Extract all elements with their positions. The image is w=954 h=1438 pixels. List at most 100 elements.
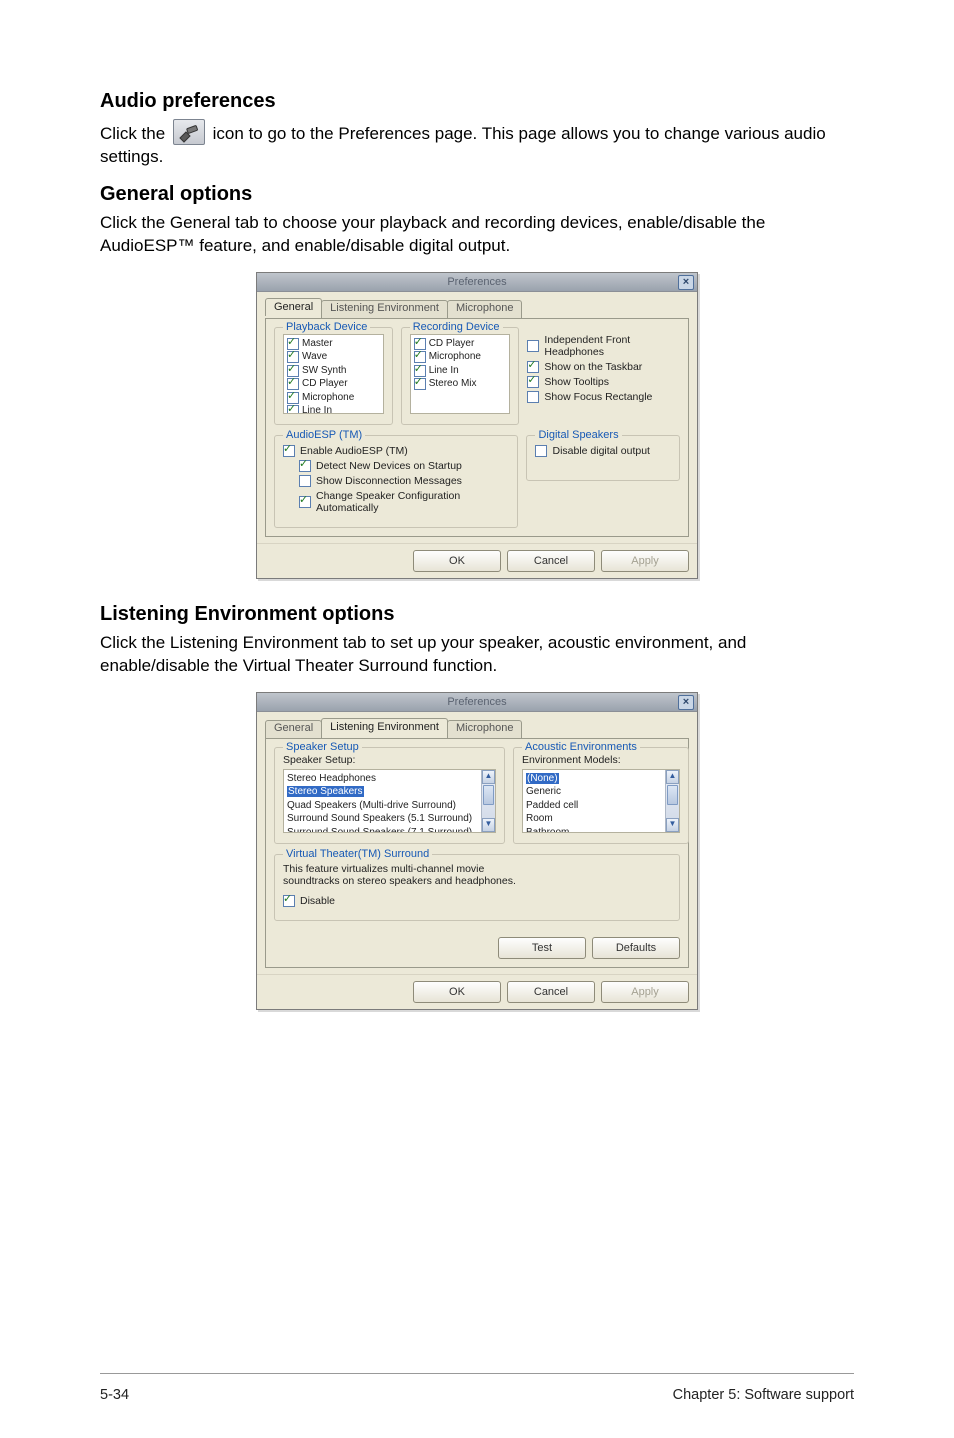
virtual-theater-description: This feature virtualizes multi-channel m…	[283, 863, 543, 887]
label-disable-digital-output: Disable digital output	[552, 445, 649, 457]
scrollbar[interactable]: ▲ ▼	[481, 770, 495, 832]
defaults-button[interactable]: Defaults	[592, 937, 680, 959]
close-icon[interactable]: ×	[678, 695, 694, 710]
legend-audioesp: AudioESP (TM)	[283, 429, 365, 441]
apply-button[interactable]: Apply	[601, 981, 689, 1003]
label-speaker-setup: Speaker Setup:	[283, 754, 496, 766]
ok-button[interactable]: OK	[413, 981, 501, 1003]
label-env-models: Environment Models:	[522, 754, 680, 766]
list-item[interactable]: Surround Sound Speakers (7.1 Surround)	[287, 826, 492, 833]
speaker-setup-list[interactable]: Stereo Headphones Stereo Speakers Quad S…	[283, 769, 496, 833]
dialog-titlebar: Preferences ×	[257, 693, 697, 712]
label-show-tooltips: Show Tooltips	[544, 376, 609, 388]
environment-models-list[interactable]: (None) Generic Padded cell Room Bathroom…	[522, 769, 680, 833]
dialog-title-text: Preferences	[447, 696, 506, 708]
group-recording-device: Recording Device CD Player Microphone Li…	[401, 327, 520, 425]
heading-general-options: General options	[100, 183, 854, 206]
label-change-speaker-config: Change Speaker Configuration Automatical…	[316, 490, 509, 514]
legend-acoustic-env: Acoustic Environments	[522, 741, 640, 753]
ok-button[interactable]: OK	[413, 550, 501, 572]
list-item[interactable]: Surround Sound Speakers (5.1 Surround)	[287, 812, 492, 826]
group-acoustic-env: Acoustic Environments Environment Models…	[513, 747, 689, 844]
list-item: Line In	[429, 364, 459, 378]
preferences-dialog-listening: Preferences × General Listening Environm…	[256, 692, 698, 1010]
label-disable-virtual-theater: Disable	[300, 895, 335, 907]
list-item: SW Synth	[302, 364, 346, 378]
tab-microphone[interactable]: Microphone	[447, 720, 522, 738]
cancel-button[interactable]: Cancel	[507, 550, 595, 572]
list-item[interactable]: Room	[526, 812, 676, 826]
list-item: Microphone	[302, 391, 354, 405]
label-detect-new-devices: Detect New Devices on Startup	[316, 460, 462, 472]
para-general-options: Click the General tab to choose your pla…	[100, 212, 854, 258]
test-button[interactable]: Test	[498, 937, 586, 959]
list-item[interactable]: Quad Speakers (Multi-drive Surround)	[287, 799, 492, 813]
scroll-thumb[interactable]	[483, 785, 494, 805]
heading-listening-env: Listening Environment options	[100, 603, 854, 626]
tab-general[interactable]: General	[265, 720, 322, 738]
legend-playback: Playback Device	[283, 321, 370, 333]
list-item: Stereo Mix	[429, 377, 477, 391]
close-icon[interactable]: ×	[678, 275, 694, 290]
group-speaker-setup: Speaker Setup Speaker Setup: Stereo Head…	[274, 747, 505, 844]
tab-strip: General Listening Environment Microphone	[265, 298, 689, 316]
checkbox-independent-headphones[interactable]	[527, 340, 539, 352]
list-item[interactable]: (None)	[526, 772, 676, 786]
checkbox-change-speaker-config[interactable]	[299, 496, 311, 508]
checkbox-icon[interactable]	[414, 378, 426, 390]
scrollbar[interactable]: ▲ ▼	[665, 770, 679, 832]
group-playback-device: Playback Device Master Wave SW Synth CD …	[274, 327, 393, 425]
label-independent-headphones: Independent Front Headphones	[544, 334, 680, 358]
group-virtual-theater: Virtual Theater(TM) Surround This featur…	[274, 854, 680, 921]
list-item: CD Player	[429, 337, 475, 351]
tab-general[interactable]: General	[265, 298, 322, 316]
checkbox-show-taskbar[interactable]	[527, 361, 539, 373]
group-audioesp: AudioESP (TM) Enable AudioESP (TM) Detec…	[274, 435, 518, 528]
list-item: Master	[302, 337, 333, 351]
list-item: CD Player	[302, 377, 348, 391]
group-digital-speakers: Digital Speakers Disable digital output	[526, 435, 680, 481]
checkbox-show-tooltips[interactable]	[527, 376, 539, 388]
list-item: Line In	[302, 404, 332, 414]
preferences-hammer-icon	[173, 119, 205, 145]
scroll-down-icon[interactable]: ▼	[482, 818, 495, 832]
scroll-up-icon[interactable]: ▲	[482, 770, 495, 784]
list-item[interactable]: Generic	[526, 785, 676, 799]
label-enable-audioesp: Enable AudioESP (TM)	[300, 445, 408, 457]
footer-rule	[100, 1373, 854, 1374]
list-item: Wave	[302, 350, 327, 364]
scroll-up-icon[interactable]: ▲	[666, 770, 679, 784]
cancel-button[interactable]: Cancel	[507, 981, 595, 1003]
scroll-down-icon[interactable]: ▼	[666, 818, 679, 832]
checkbox-enable-audioesp[interactable]	[283, 445, 295, 457]
list-item[interactable]: Padded cell	[526, 799, 676, 813]
recording-device-list[interactable]: CD Player Microphone Line In Stereo Mix	[410, 334, 511, 414]
legend-virtual-theater: Virtual Theater(TM) Surround	[283, 848, 432, 860]
dialog-button-row: OK Cancel Apply	[257, 974, 697, 1009]
checkbox-show-disconnection[interactable]	[299, 475, 311, 487]
checkbox-detect-new-devices[interactable]	[299, 460, 311, 472]
para-audio-prefs-pre: Click the	[100, 124, 170, 143]
legend-digital-speakers: Digital Speakers	[535, 429, 621, 441]
playback-device-list[interactable]: Master Wave SW Synth CD Player Microphon…	[283, 334, 384, 414]
apply-button[interactable]: Apply	[601, 550, 689, 572]
dialog-title-text: Preferences	[447, 276, 506, 288]
para-listening-env: Click the Listening Environment tab to s…	[100, 632, 854, 678]
page-footer: 5-34 Chapter 5: Software support	[100, 1387, 854, 1403]
dialog-titlebar: Preferences ×	[257, 273, 697, 292]
tab-listening[interactable]: Listening Environment	[321, 718, 448, 736]
checkbox-disable-digital-output[interactable]	[535, 445, 547, 457]
para-audio-prefs-post: icon to go to the Preferences page. This…	[100, 124, 826, 166]
list-item[interactable]: Bathroom	[526, 826, 676, 833]
list-item[interactable]: Stereo Headphones	[287, 772, 492, 786]
list-item[interactable]: Stereo Speakers	[287, 785, 492, 799]
scroll-thumb[interactable]	[667, 785, 678, 805]
tab-microphone[interactable]: Microphone	[447, 300, 522, 318]
label-show-taskbar: Show on the Taskbar	[544, 361, 642, 373]
legend-recording: Recording Device	[410, 321, 503, 333]
checkbox-disable-virtual-theater[interactable]	[283, 895, 295, 907]
checkbox-focus-rectangle[interactable]	[527, 391, 539, 403]
tab-listening[interactable]: Listening Environment	[321, 300, 448, 318]
footer-chapter-title: Chapter 5: Software support	[673, 1387, 854, 1403]
checkbox-icon[interactable]	[287, 405, 299, 414]
